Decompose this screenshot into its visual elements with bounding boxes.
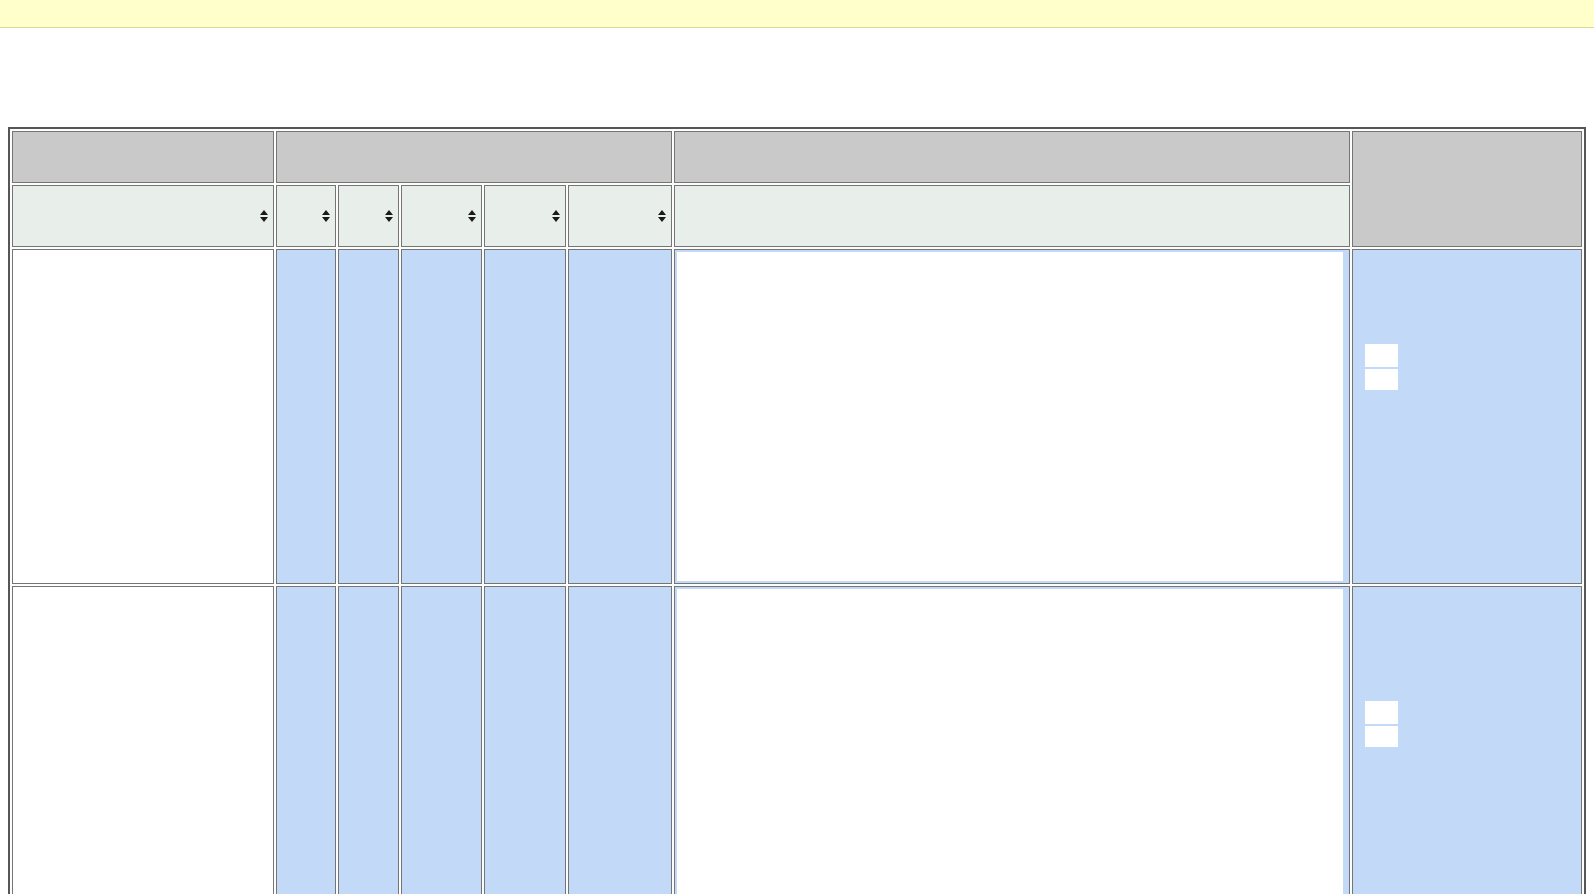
sort-icon[interactable]	[260, 210, 268, 222]
vote-header	[1365, 701, 1398, 724]
table-header-row	[12, 131, 1582, 247]
vote-count-table	[1363, 699, 1400, 749]
vmag-value	[484, 249, 566, 584]
sde-value	[276, 249, 336, 584]
vote-note	[1361, 410, 1573, 429]
sort-icon[interactable]	[385, 210, 393, 222]
lightcurve-plot-cell	[674, 586, 1350, 894]
vote-count-row	[1365, 726, 1398, 747]
vote-header	[1365, 344, 1398, 367]
lightcurve-plot-cell	[674, 249, 1350, 584]
vote-count	[1365, 369, 1398, 390]
period-value	[568, 586, 672, 894]
title-cell	[674, 131, 1350, 183]
lightcurve-plot	[677, 589, 1343, 894]
column-header-row	[12, 185, 1582, 247]
vote-cell	[1352, 586, 1582, 894]
page	[0, 0, 1594, 894]
sort-icon[interactable]	[322, 210, 330, 222]
column-header-name	[12, 185, 274, 247]
column-header-det-stat	[401, 185, 482, 247]
corner-cell	[1352, 131, 1582, 247]
lightcurve-plot	[677, 252, 1343, 581]
vote-count	[1365, 726, 1398, 747]
candidates-table	[8, 127, 1586, 894]
sort-icon[interactable]	[658, 210, 666, 222]
vote-count-table	[1363, 342, 1400, 392]
sort-icon[interactable]	[552, 210, 560, 222]
topbar	[0, 0, 1594, 28]
candidate-row	[12, 586, 1582, 894]
candidate-info-cell	[12, 249, 274, 584]
vote-count-row	[1365, 369, 1398, 390]
field-links	[470, 147, 478, 166]
vote-cell	[1352, 249, 1582, 584]
help-cell	[12, 131, 274, 183]
det-stat-value	[401, 586, 482, 894]
column-header-vmag	[484, 185, 566, 247]
candidate-info-cell	[12, 586, 274, 894]
column-header-chi	[338, 185, 399, 247]
column-header-sde	[276, 185, 336, 247]
chi-value	[338, 586, 399, 894]
column-header-period	[568, 185, 672, 247]
field-cell	[276, 131, 672, 183]
vote-header-row	[1365, 701, 1398, 724]
period-value	[568, 249, 672, 584]
vmag-value	[484, 586, 566, 894]
vote-header-row	[1365, 344, 1398, 367]
column-header-plot	[674, 185, 1350, 247]
chi-value	[338, 249, 399, 584]
sde-value	[276, 586, 336, 894]
vote-note	[1361, 767, 1573, 786]
det-stat-value	[401, 249, 482, 584]
candidate-row	[12, 249, 1582, 584]
sort-icon[interactable]	[468, 210, 476, 222]
